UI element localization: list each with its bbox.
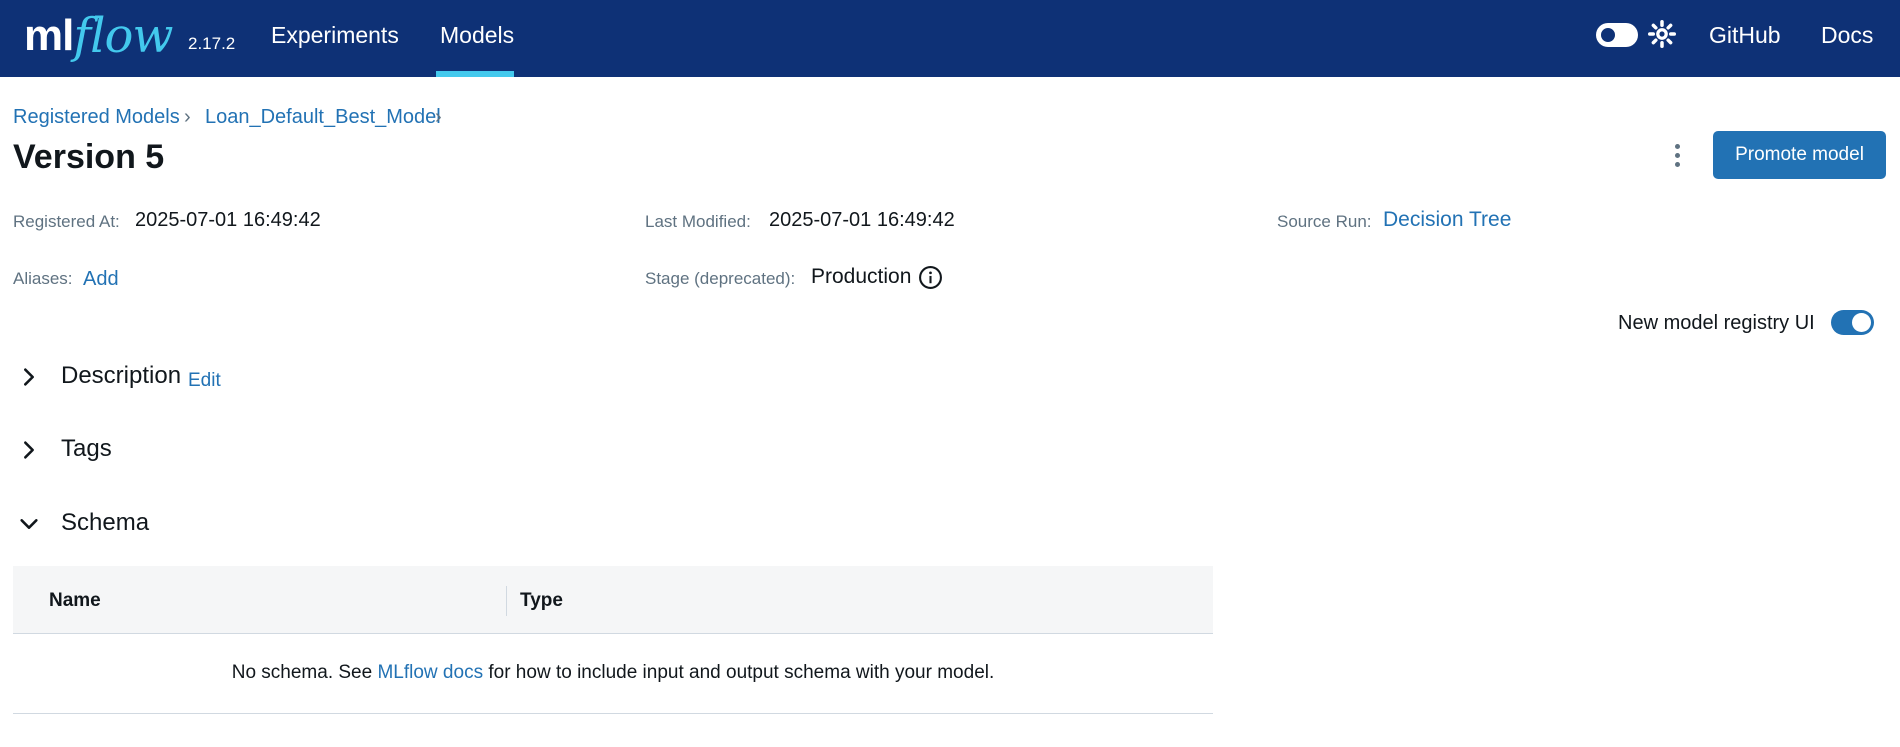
last-modified-value: 2025-07-01 16:49:42: [769, 209, 955, 231]
promote-model-button[interactable]: Promote model: [1713, 131, 1886, 179]
registered-at-value: 2025-07-01 16:49:42: [135, 209, 321, 231]
new-registry-ui-toggle[interactable]: [1831, 310, 1874, 335]
new-registry-ui-label: New model registry UI: [1618, 312, 1815, 334]
aliases-label: Aliases:: [13, 269, 73, 288]
source-run-label: Source Run:: [1277, 212, 1372, 231]
breadcrumb-separator: ›: [435, 106, 442, 128]
logo-ml-text: ml: [24, 11, 74, 60]
stage-label: Stage (deprecated):: [645, 269, 796, 288]
empty-message-prefix: No schema. See: [231, 662, 378, 683]
breadcrumb-registered-models[interactable]: Registered Models: [13, 106, 180, 129]
registered-at-label: Registered At:: [13, 212, 120, 231]
column-header-type: Type: [520, 590, 563, 611]
version-label: 2.17.2: [188, 34, 236, 53]
page-title: Version 5: [13, 138, 165, 176]
nav-github[interactable]: GitHub: [1709, 22, 1781, 49]
tags-section-title[interactable]: Tags: [61, 435, 112, 463]
nav-experiments[interactable]: Experiments: [271, 22, 399, 49]
column-divider[interactable]: [506, 586, 507, 616]
schema-section-title[interactable]: Schema: [61, 509, 149, 537]
chevron-right-icon[interactable]: [18, 366, 40, 388]
sun-icon[interactable]: [1648, 20, 1676, 48]
active-tab-indicator: [436, 71, 514, 77]
description-section-title[interactable]: Description: [61, 362, 181, 390]
source-run-link[interactable]: Decision Tree: [1383, 208, 1511, 232]
nav-docs[interactable]: Docs: [1821, 22, 1873, 49]
chevron-right-icon[interactable]: [18, 439, 40, 461]
dark-mode-toggle[interactable]: [1596, 23, 1638, 47]
nav-models[interactable]: Models: [440, 22, 514, 49]
last-modified-label: Last Modified:: [645, 212, 751, 231]
more-options-icon[interactable]: [1666, 140, 1688, 172]
schema-empty-message: No schema. See MLflow docs for how to in…: [13, 634, 1213, 714]
info-icon[interactable]: [918, 265, 943, 290]
schema-table-header: Name Type: [13, 566, 1213, 634]
empty-message-suffix: for how to include input and output sche…: [483, 662, 995, 683]
breadcrumb-separator: ›: [184, 106, 191, 128]
mlflow-logo[interactable]: ml flow: [24, 4, 173, 64]
top-nav-bar: ml flow 2.17.2 Experiments Models GitHub …: [0, 0, 1900, 77]
chevron-down-icon[interactable]: [18, 513, 40, 535]
description-edit-link[interactable]: Edit: [188, 370, 221, 392]
toggle-knob: [1599, 26, 1617, 44]
add-alias-link[interactable]: Add: [83, 268, 119, 291]
stage-value: Production: [811, 265, 912, 288]
breadcrumb-model-name[interactable]: Loan_Default_Best_Model: [205, 106, 441, 129]
logo-flow-text: flow: [73, 8, 173, 64]
mlflow-docs-link[interactable]: MLflow docs: [377, 662, 483, 683]
toggle-knob: [1852, 313, 1871, 332]
column-header-name: Name: [49, 590, 101, 611]
